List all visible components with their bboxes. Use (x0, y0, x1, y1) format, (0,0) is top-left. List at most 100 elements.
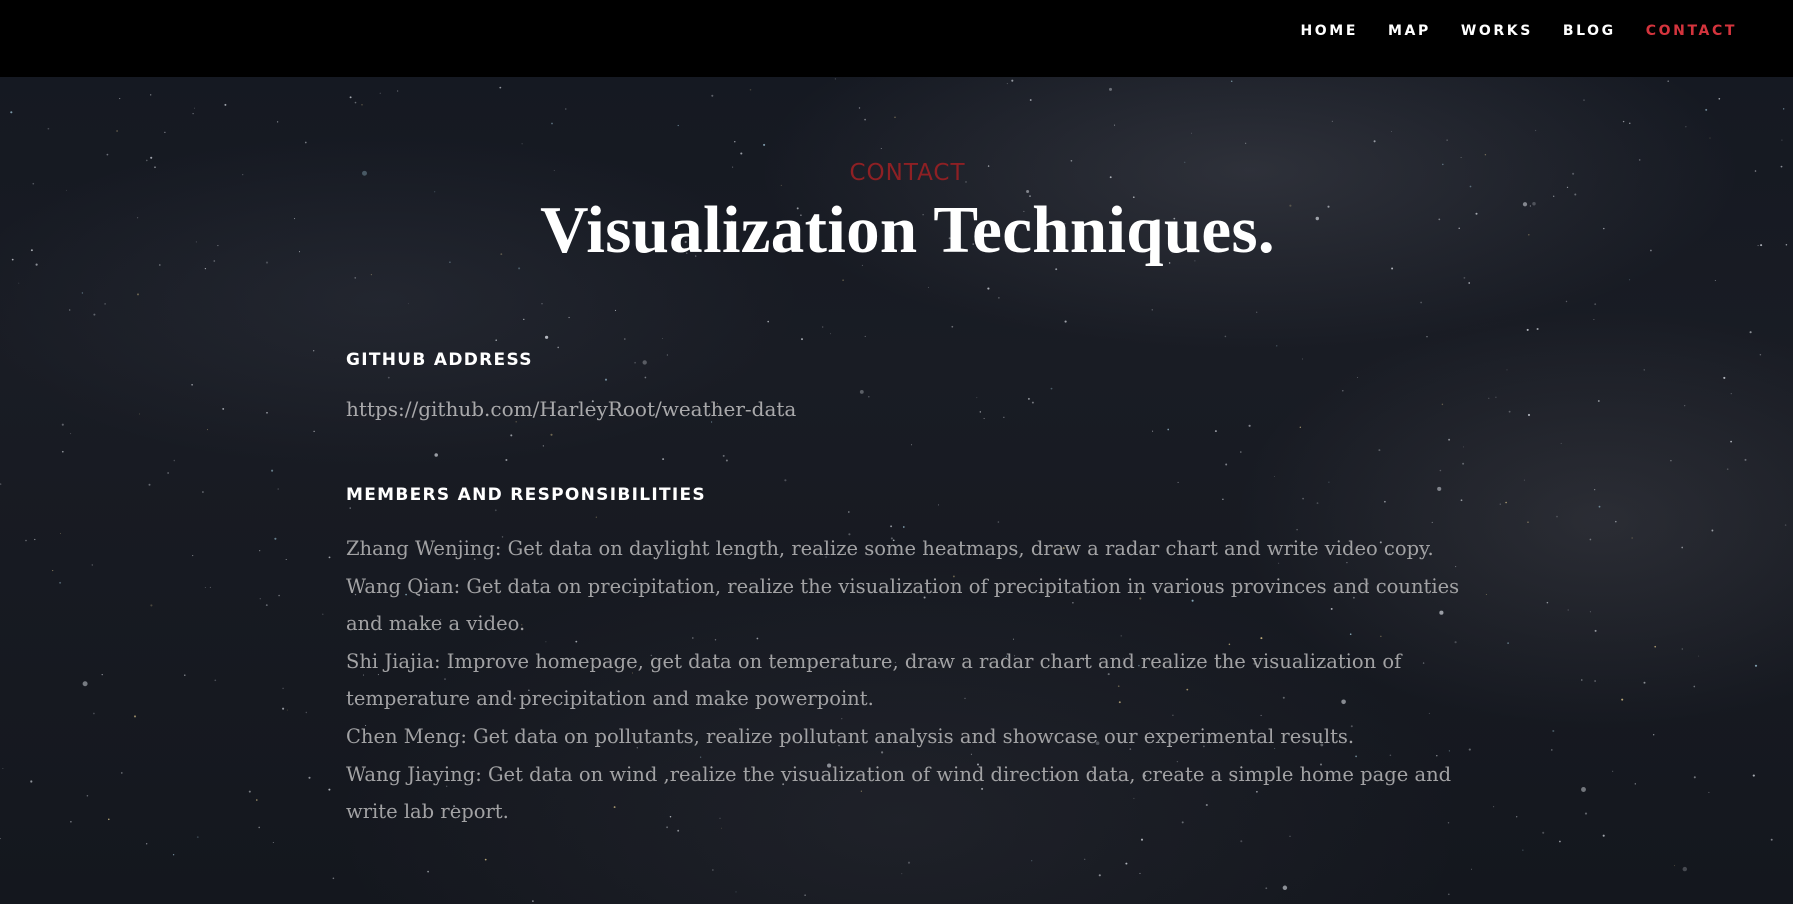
nav-contact-link[interactable]: CONTACT (1646, 22, 1737, 40)
star (1693, 685, 1696, 688)
star (148, 483, 151, 486)
star (1718, 97, 1721, 100)
star (25, 539, 27, 542)
star (1643, 681, 1646, 684)
star (604, 378, 608, 381)
star (272, 842, 274, 843)
star (1670, 459, 1672, 462)
star (1693, 776, 1696, 779)
star (1485, 593, 1487, 596)
star (82, 681, 88, 687)
star (1225, 463, 1228, 466)
star (1749, 331, 1752, 334)
star (1426, 336, 1428, 338)
star (1484, 154, 1487, 156)
star (370, 274, 372, 276)
star (93, 313, 96, 316)
star (997, 521, 1000, 523)
star (1003, 416, 1005, 418)
star (1682, 866, 1688, 872)
star (47, 127, 50, 130)
star (1584, 812, 1588, 815)
star (907, 861, 911, 864)
star (207, 429, 208, 431)
star (1222, 498, 1224, 501)
star (1546, 601, 1549, 604)
star (804, 894, 806, 896)
star (61, 450, 64, 453)
star (550, 433, 553, 436)
star (735, 891, 737, 893)
star (1523, 479, 1525, 481)
star (1730, 440, 1732, 443)
star (1114, 124, 1116, 126)
github-url-link[interactable]: https://github.com/HarleyRoot/weather-da… (346, 397, 796, 421)
star (1752, 774, 1755, 777)
star (505, 458, 508, 462)
star (722, 454, 725, 457)
star (201, 491, 204, 493)
star (133, 715, 137, 718)
star (979, 411, 981, 413)
star (927, 286, 930, 288)
star (1589, 611, 1591, 613)
star (1151, 309, 1153, 311)
star (624, 338, 626, 340)
star (894, 116, 896, 119)
star (305, 711, 308, 714)
star (1615, 520, 1617, 523)
star (1581, 787, 1586, 792)
star (1342, 390, 1344, 392)
star (1109, 87, 1112, 91)
star (407, 303, 409, 305)
nav-works-link[interactable]: WORKS (1461, 22, 1533, 40)
star (864, 118, 866, 121)
member-item: Wang Jiaying: Get data on wind ,realize … (346, 762, 1452, 824)
star (1643, 369, 1645, 371)
star (1685, 126, 1687, 128)
star (868, 395, 870, 398)
nav-blog-link[interactable]: BLOG (1563, 22, 1616, 40)
nav-map-link[interactable]: MAP (1388, 22, 1431, 40)
star (515, 421, 517, 423)
star (1391, 131, 1392, 132)
star (1723, 376, 1726, 379)
star (1265, 887, 1268, 890)
star (1589, 538, 1592, 541)
star (349, 507, 351, 509)
star (1621, 698, 1624, 701)
star (1634, 783, 1636, 785)
star (1167, 428, 1170, 431)
star (712, 869, 714, 871)
star (1565, 300, 1568, 303)
star (1536, 327, 1539, 331)
star (194, 107, 196, 109)
star (976, 397, 978, 399)
star (763, 143, 766, 146)
star (259, 550, 261, 552)
star (859, 389, 864, 394)
star (711, 421, 713, 423)
star (1316, 502, 1319, 504)
star (1534, 129, 1537, 132)
member-item: Zhang Wenjing: Get data on daylight leng… (346, 537, 1434, 560)
star (282, 707, 285, 710)
star (1384, 500, 1386, 503)
star (484, 858, 487, 861)
star (901, 873, 903, 875)
star (59, 533, 61, 535)
star (767, 320, 769, 323)
star (1654, 645, 1656, 648)
star (1488, 397, 1490, 399)
page-title: Visualization Techniques. (540, 193, 1275, 267)
star (1460, 499, 1463, 502)
star (70, 821, 72, 823)
nav-home-link[interactable]: HOME (1300, 22, 1358, 40)
star (1653, 734, 1655, 736)
star (1447, 893, 1450, 896)
star (1726, 468, 1729, 470)
star (1559, 840, 1561, 843)
star (173, 459, 176, 462)
star (108, 818, 110, 821)
star (286, 709, 288, 711)
